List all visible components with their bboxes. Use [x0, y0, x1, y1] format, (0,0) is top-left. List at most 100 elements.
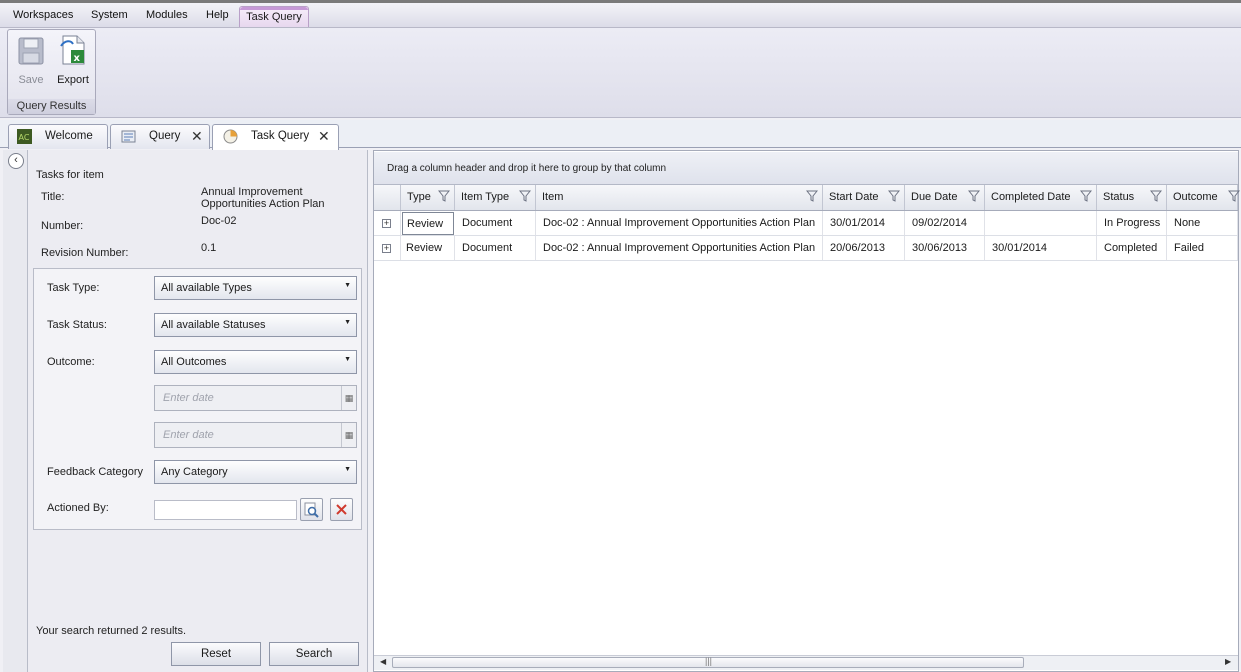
tab-query-label: Query — [149, 130, 181, 142]
task-type-select[interactable]: All available Types ▼ — [154, 276, 357, 300]
header-start-date[interactable]: Start Date — [823, 185, 905, 210]
cell-item-text: Doc-02 : Annual Improvement Opportunitie… — [543, 217, 816, 229]
cell-completed-date[interactable]: 30/01/2014 — [985, 236, 1097, 260]
calendar-icon[interactable]: ▦ — [341, 423, 356, 447]
task-status-label: Task Status: — [47, 319, 107, 331]
end-date-placeholder: Enter date — [163, 429, 214, 441]
task-status-value: All available Statuses — [161, 319, 266, 331]
cell-type[interactable]: Review — [401, 236, 455, 260]
cell-item-type-text: Document — [462, 217, 513, 229]
menu-task-query[interactable]: Task Query — [239, 6, 309, 28]
tab-task-query[interactable]: Task Query ✕ — [212, 124, 339, 150]
query-icon — [121, 130, 136, 143]
filter-icon[interactable] — [438, 190, 450, 202]
panel-heading: Tasks for item — [36, 169, 104, 181]
cell-item[interactable]: Doc-02 : Annual Improvement Opportunitie… — [536, 211, 823, 235]
save-label: Save — [18, 74, 44, 86]
filter-icon[interactable] — [888, 190, 900, 202]
filter-icon[interactable] — [1080, 190, 1092, 202]
scroll-left-arrow-icon[interactable]: ◀ — [380, 657, 386, 666]
feedback-category-label: Feedback Category — [47, 466, 143, 478]
header-status[interactable]: Status — [1097, 185, 1167, 210]
title-value-line1: Annual Improvement — [201, 186, 303, 198]
menu-help[interactable]: Help — [206, 9, 229, 21]
close-icon[interactable]: ✕ — [191, 128, 203, 145]
dropdown-arrow-icon: ▼ — [344, 319, 351, 326]
header-item-type[interactable]: Item Type — [455, 185, 536, 210]
cell-start-date-text: 30/01/2014 — [830, 217, 886, 229]
group-label: Query Results — [8, 99, 95, 114]
header-completed-date-label: Completed Date — [991, 191, 1071, 203]
cell-outcome[interactable]: Failed — [1167, 236, 1238, 260]
save-button[interactable]: Save — [11, 34, 51, 88]
outcome-value: All Outcomes — [161, 356, 227, 368]
scroll-right-arrow-icon[interactable]: ▶ — [1225, 657, 1231, 666]
end-date-picker[interactable]: Enter date ▦ — [154, 422, 357, 448]
app-logo-icon: AC — [17, 129, 32, 144]
search-button[interactable]: Search — [269, 642, 359, 666]
header-due-date[interactable]: Due Date — [905, 185, 985, 210]
revision-value: 0.1 — [201, 242, 217, 254]
feedback-category-select[interactable]: Any Category ▼ — [154, 460, 357, 484]
cell-status[interactable]: Completed — [1097, 236, 1167, 260]
actioned-by-input[interactable] — [154, 500, 297, 520]
filter-icon[interactable] — [1228, 190, 1240, 202]
tab-welcome[interactable]: AC Welcome — [8, 124, 108, 149]
header-type[interactable]: Type — [401, 185, 455, 210]
chevron-left-icon[interactable]: ‹ — [8, 153, 24, 169]
dropdown-arrow-icon: ▼ — [344, 282, 351, 289]
excel-export-icon: x — [60, 35, 85, 65]
svg-text:AC: AC — [19, 133, 30, 142]
cell-completed-date[interactable] — [985, 211, 1097, 235]
expand-plus-icon[interactable]: + — [382, 219, 391, 228]
cell-due-date[interactable]: 09/02/2014 — [905, 211, 985, 235]
table-row[interactable]: + Review Document Doc-02 : Annual Improv… — [374, 211, 1238, 236]
cell-type[interactable]: Review — [402, 212, 454, 235]
reset-button[interactable]: Reset — [171, 642, 261, 666]
outcome-select[interactable]: All Outcomes ▼ — [154, 350, 357, 374]
task-type-value: All available Types — [161, 282, 252, 294]
red-x-icon — [336, 504, 347, 515]
menu-workspaces[interactable]: Workspaces — [13, 9, 73, 21]
header-due-date-label: Due Date — [911, 191, 958, 203]
table-row[interactable]: + Review Document Doc-02 : Annual Improv… — [374, 236, 1238, 261]
header-completed-date[interactable]: Completed Date — [985, 185, 1097, 210]
group-hint-text: Drag a column header and drop it here to… — [387, 163, 667, 174]
cell-item-type[interactable]: Document — [455, 236, 536, 260]
cell-type-text: Review — [406, 242, 443, 254]
title-label: Title: — [41, 191, 65, 203]
lookup-user-button[interactable] — [300, 498, 323, 521]
floppy-disk-icon — [18, 37, 44, 65]
svg-text:x: x — [74, 53, 81, 64]
outcome-label: Outcome: — [47, 356, 95, 368]
calendar-icon[interactable]: ▦ — [341, 386, 356, 410]
group-by-panel[interactable]: Drag a column header and drop it here to… — [374, 152, 1238, 185]
start-date-picker[interactable]: Enter date ▦ — [154, 385, 357, 411]
cell-start-date[interactable]: 30/01/2014 — [823, 211, 905, 235]
cell-item[interactable]: Doc-02 : Annual Improvement Opportunitie… — [536, 236, 823, 260]
magnifier-icon — [304, 502, 319, 518]
expand-plus-icon[interactable]: + — [382, 244, 391, 253]
filter-icon[interactable] — [1150, 190, 1162, 202]
filter-icon[interactable] — [968, 190, 980, 202]
row-expander-cell[interactable]: + — [374, 236, 401, 260]
cell-status[interactable]: In Progress — [1097, 211, 1167, 235]
header-item[interactable]: Item — [536, 185, 823, 210]
row-expander-cell[interactable]: + — [374, 211, 401, 235]
filter-icon[interactable] — [519, 190, 531, 202]
filter-icon[interactable] — [806, 190, 818, 202]
menu-modules[interactable]: Modules — [146, 9, 188, 21]
cell-due-date[interactable]: 30/06/2013 — [905, 236, 985, 260]
task-status-select[interactable]: All available Statuses ▼ — [154, 313, 357, 337]
cell-start-date[interactable]: 20/06/2013 — [823, 236, 905, 260]
cell-item-type[interactable]: Document — [455, 211, 536, 235]
export-button[interactable]: x Export — [53, 34, 93, 88]
header-item-type-label: Item Type — [461, 191, 510, 203]
cell-outcome[interactable]: None — [1167, 211, 1238, 235]
header-outcome[interactable]: Outcome — [1167, 185, 1240, 210]
clear-user-button[interactable] — [330, 498, 353, 521]
tab-query[interactable]: Query ✕ — [110, 124, 210, 149]
close-icon[interactable]: ✕ — [318, 128, 330, 145]
cell-item-type-text: Document — [462, 242, 513, 254]
menu-system[interactable]: System — [91, 9, 128, 21]
